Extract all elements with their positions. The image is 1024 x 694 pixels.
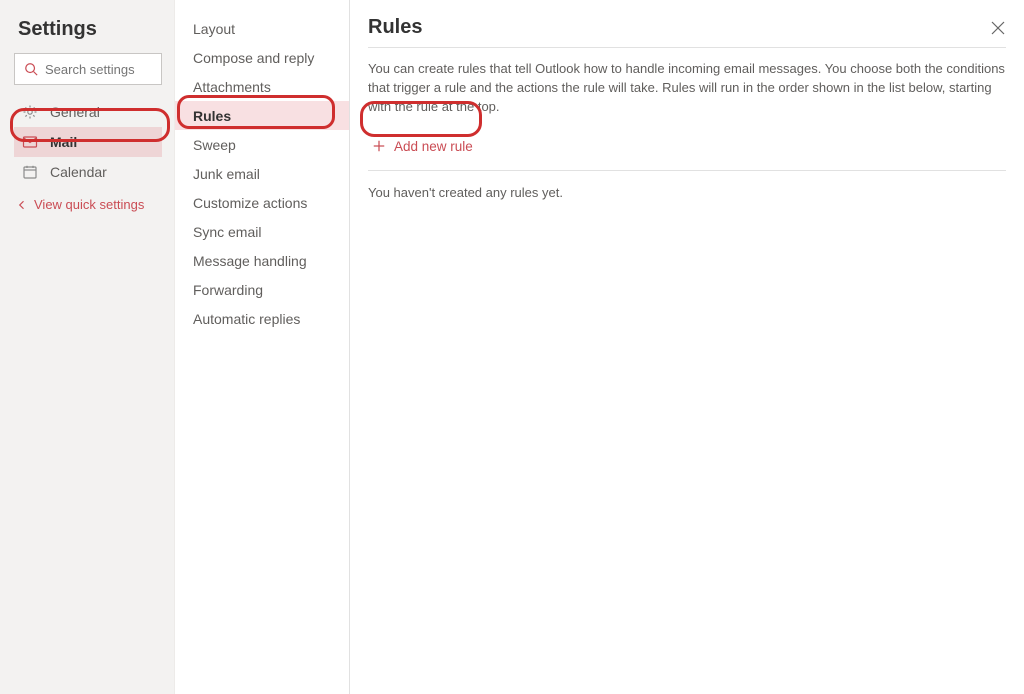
divider [368,170,1006,171]
subnav-message-handling[interactable]: Message handling [175,246,349,275]
page-title: Rules [368,16,422,39]
subnav-rules[interactable]: Rules [175,101,349,130]
mail-subnav: Layout Compose and reply Attachments Rul… [175,0,350,694]
calendar-icon [22,164,38,180]
subnav-label: Customize actions [193,195,307,211]
search-settings[interactable] [14,53,162,85]
gear-icon [22,104,38,120]
rules-empty-state: You haven't created any rules yet. [368,185,1006,200]
sidebar-item-label: Mail [50,134,77,150]
subnav-label: Message handling [193,253,307,269]
subnav-automatic-replies[interactable]: Automatic replies [175,304,349,333]
sidebar-item-label: General [50,104,100,120]
sidebar-item-general[interactable]: General [14,97,162,127]
subnav-label: Attachments [193,79,271,95]
sidebar-item-label: Calendar [50,164,107,180]
subnav-label: Sweep [193,137,236,153]
subnav-customize-actions[interactable]: Customize actions [175,188,349,217]
sidebar-item-calendar[interactable]: Calendar [14,157,162,187]
rules-description: You can create rules that tell Outlook h… [368,60,1006,117]
mail-icon [22,134,38,150]
subnav-layout[interactable]: Layout [175,14,349,43]
subnav-junk-email[interactable]: Junk email [175,159,349,188]
add-rule-label: Add new rule [394,139,473,154]
subnav-label: Layout [193,21,235,37]
sidebar-item-mail[interactable]: Mail [14,127,162,157]
plus-icon [372,139,386,153]
search-icon [23,62,39,76]
add-new-rule-button[interactable]: Add new rule [368,131,477,162]
subnav-forwarding[interactable]: Forwarding [175,275,349,304]
subnav-sweep[interactable]: Sweep [175,130,349,159]
chevron-left-icon [16,199,28,211]
subnav-label: Automatic replies [193,311,300,327]
subnav-label: Junk email [193,166,260,182]
settings-title: Settings [18,18,158,41]
search-input[interactable] [39,61,223,78]
view-quick-settings-link[interactable]: View quick settings [14,197,162,212]
settings-sidebar: Settings General Mail Calendar View quic… [0,0,175,694]
subnav-label: Forwarding [193,282,263,298]
close-icon[interactable] [990,20,1006,36]
rules-panel: Rules You can create rules that tell Out… [350,0,1024,694]
subnav-sync-email[interactable]: Sync email [175,217,349,246]
quick-settings-label: View quick settings [34,197,144,212]
subnav-label: Sync email [193,224,261,240]
subnav-label: Rules [193,108,231,124]
